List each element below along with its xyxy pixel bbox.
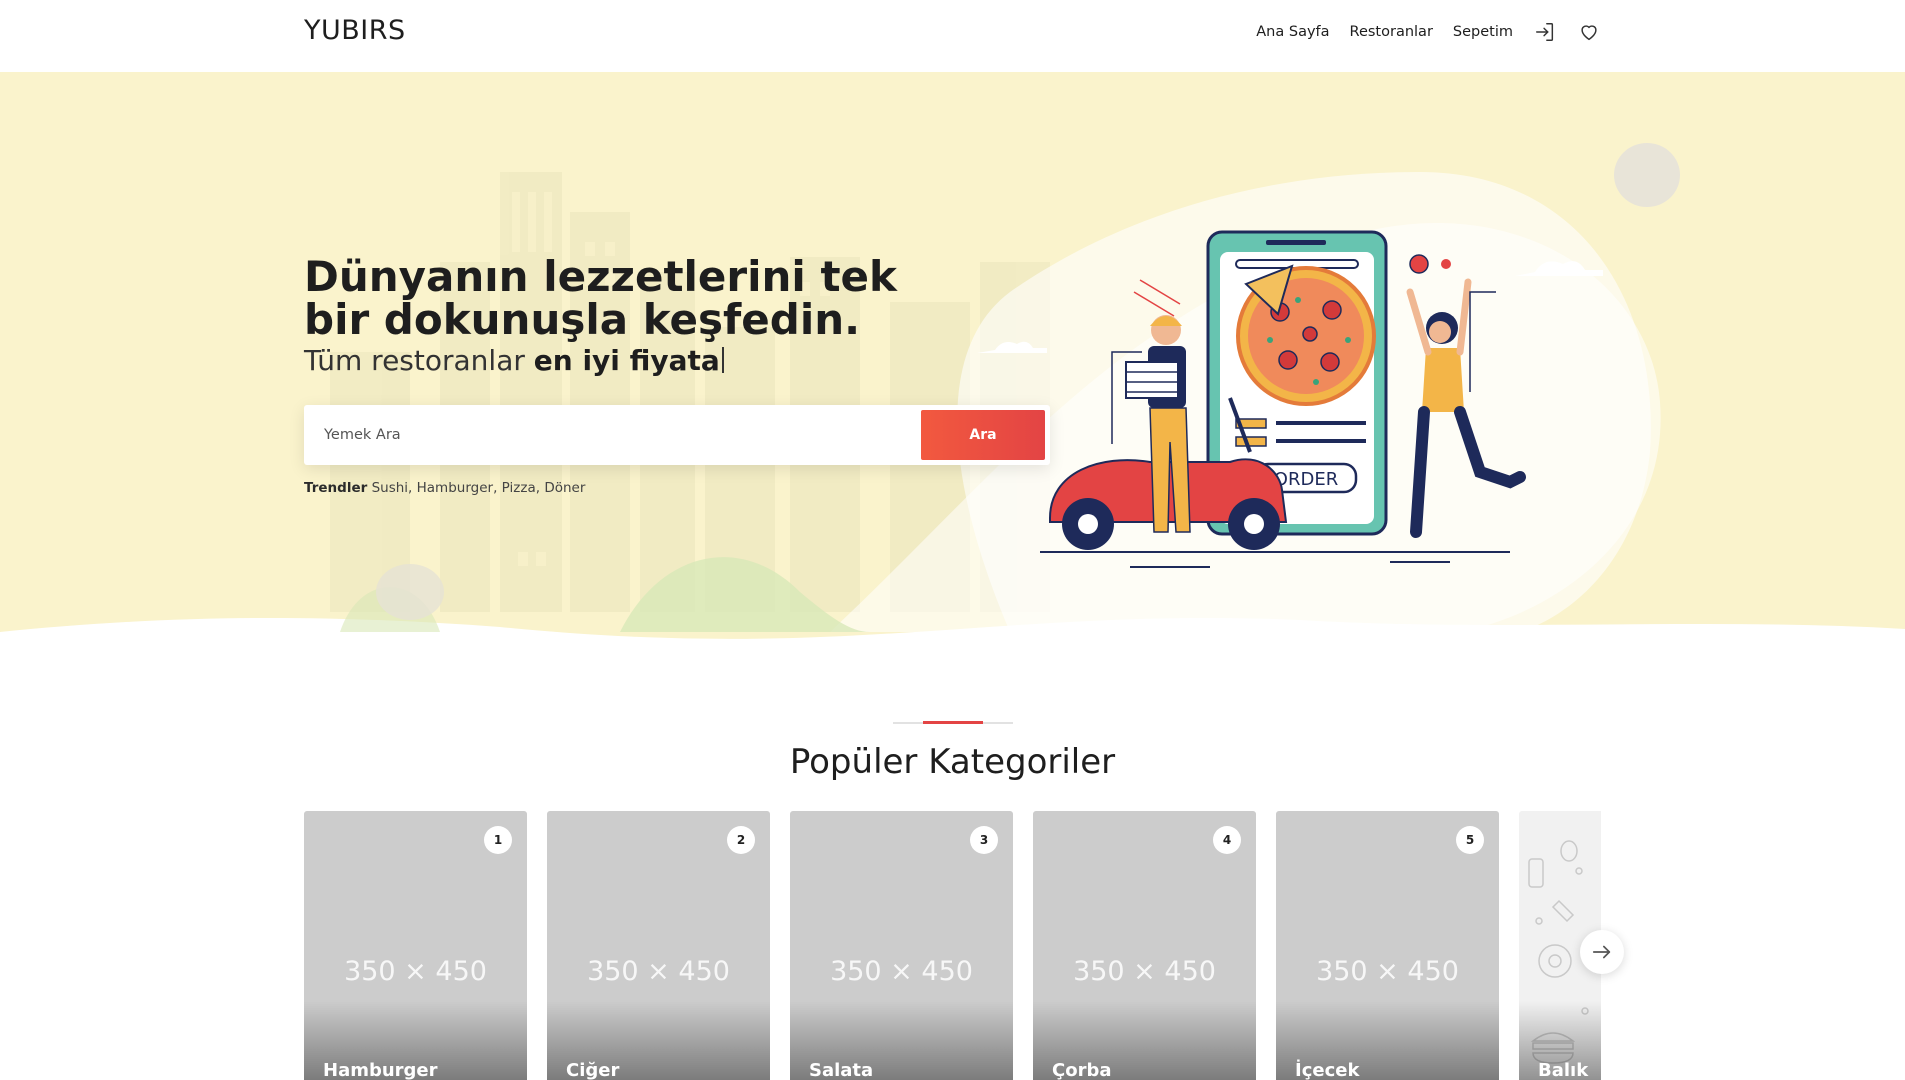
hero-section: Dünyanın lezzetlerini tek bir dokunuşla … xyxy=(0,72,1905,662)
category-rank-badge: 3 xyxy=(970,826,998,854)
category-name: Çorba xyxy=(1052,1060,1112,1080)
site-header: YUBIRS Ana Sayfa Restoranlar Sepetim xyxy=(0,0,1905,72)
category-name: Hamburger xyxy=(323,1060,438,1080)
arrow-right-icon xyxy=(1592,945,1611,959)
category-name: İçecek xyxy=(1295,1060,1360,1080)
main-nav: Ana Sayfa Restoranlar Sepetim xyxy=(1256,20,1601,44)
trend-item-pizza[interactable]: Pizza xyxy=(502,480,536,496)
category-card-icecek[interactable]: 350 × 450 5 İçecek xyxy=(1276,811,1499,1080)
food-search-box: Ara xyxy=(304,405,1050,465)
category-card-salata[interactable]: 350 × 450 3 Salata xyxy=(790,811,1013,1080)
login-icon[interactable] xyxy=(1533,20,1557,44)
carousel-next-button[interactable] xyxy=(1580,930,1624,974)
category-card-corba[interactable]: 350 × 450 4 Çorba xyxy=(1033,811,1256,1080)
category-name: Balık xyxy=(1538,1060,1589,1080)
category-rank-badge: 4 xyxy=(1213,826,1241,854)
category-card-ciger[interactable]: 350 × 450 2 Ciğer xyxy=(547,811,770,1080)
trends-label: Trendler xyxy=(304,480,368,496)
category-rank-badge: 1 xyxy=(484,826,512,854)
search-button[interactable]: Ara xyxy=(921,410,1045,460)
category-rank-badge: 2 xyxy=(727,826,755,854)
category-name: Ciğer xyxy=(566,1060,620,1080)
trend-item-doner[interactable]: Döner xyxy=(544,480,585,496)
trend-item-sushi[interactable]: Sushi xyxy=(372,480,408,496)
nav-link-home[interactable]: Ana Sayfa xyxy=(1256,24,1329,40)
hero-subtitle: Tüm restoranlar en iyi fiyata xyxy=(304,344,724,377)
nav-link-cart[interactable]: Sepetim xyxy=(1453,24,1513,40)
trending-searches: Trendler Sushi, Hamburger, Pizza, Döner xyxy=(304,480,586,496)
categories-carousel: 350 × 450 1 Hamburger 350 × 450 2 Ciğer … xyxy=(304,811,1601,1080)
section-divider xyxy=(893,721,1013,724)
trend-item-hamburger[interactable]: Hamburger xyxy=(417,480,493,496)
hero-subtitle-prefix: Tüm restoranlar xyxy=(304,344,525,377)
food-search-input[interactable] xyxy=(304,405,921,465)
popular-categories-title: Popüler Kategoriler xyxy=(789,742,1116,782)
nav-link-restaurants[interactable]: Restoranlar xyxy=(1350,24,1433,40)
delivery-illustration: ORDER xyxy=(1040,230,1526,568)
typing-cursor xyxy=(721,347,724,373)
order-text: ORDER xyxy=(1274,469,1338,490)
hero-subtitle-highlight: en iyi fiyata xyxy=(533,344,720,377)
category-rank-badge: 5 xyxy=(1456,826,1484,854)
hero-title: Dünyanın lezzetlerini tek bir dokunuşla … xyxy=(304,252,897,344)
category-name: Salata xyxy=(809,1060,874,1080)
heart-icon[interactable] xyxy=(1577,20,1601,44)
site-logo[interactable]: YUBIRS xyxy=(304,15,406,46)
category-card-hamburger[interactable]: 350 × 450 1 Hamburger xyxy=(304,811,527,1080)
